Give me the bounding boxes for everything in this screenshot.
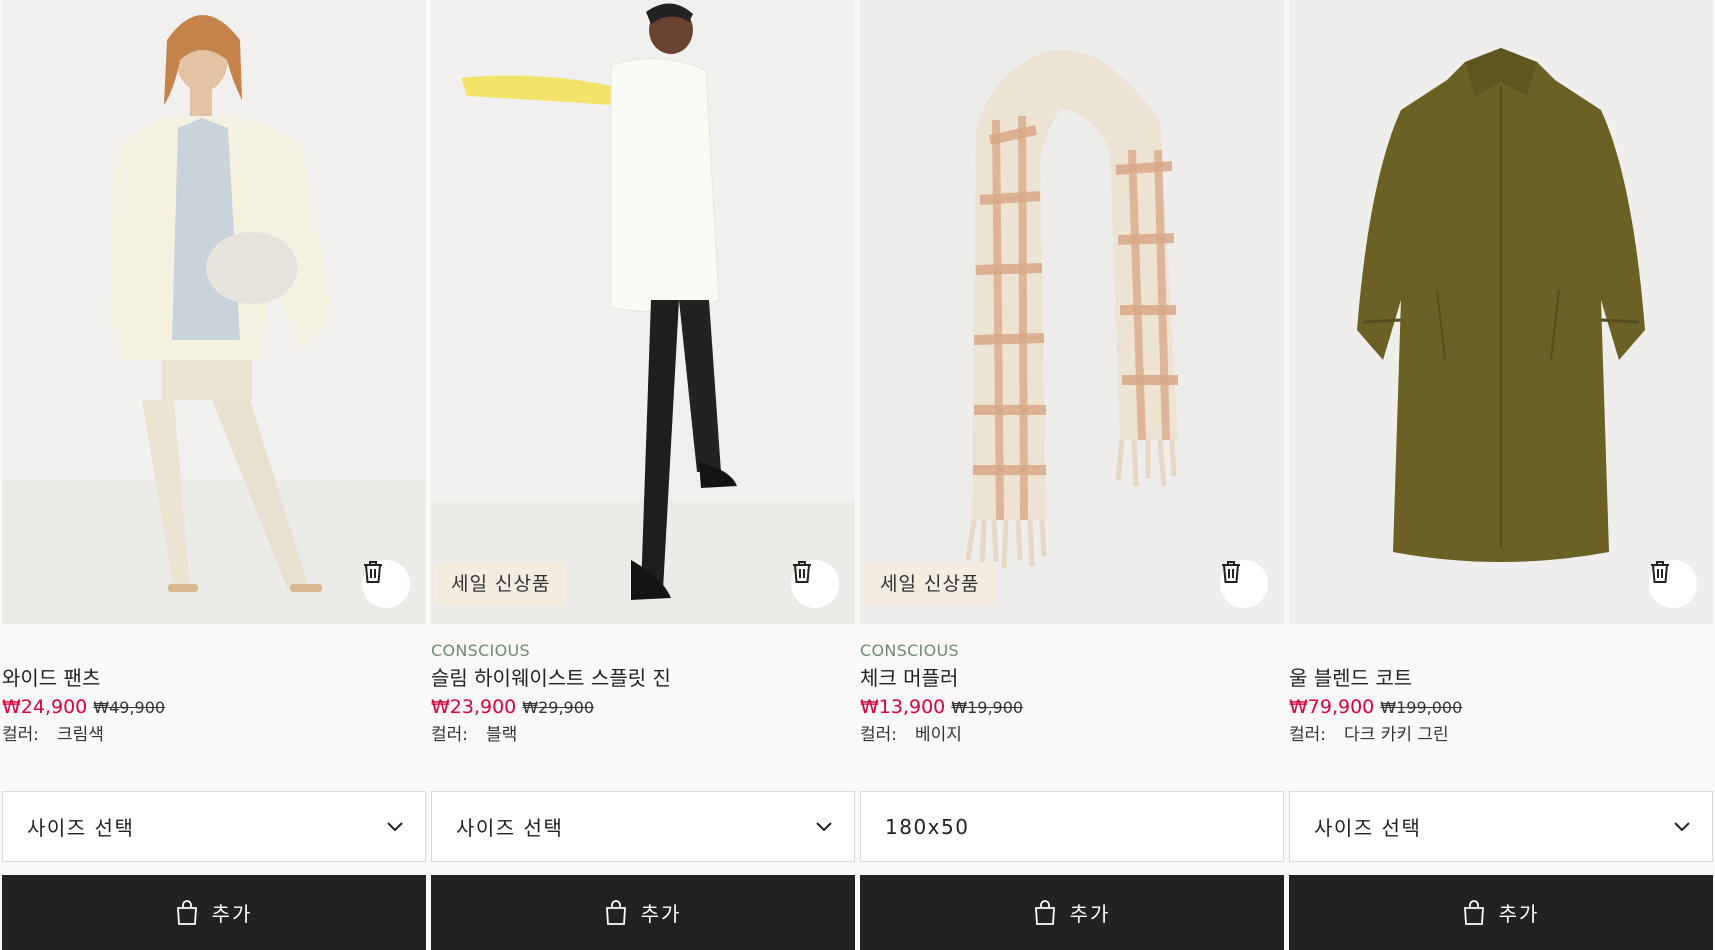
product-card: 와이드 팬츠 ₩24,900 ₩49,900 컬러: 크림색 사이즈 선택 추가 [2, 0, 426, 950]
sale-price: ₩23,900 [431, 696, 517, 718]
chevron-down-icon [814, 816, 834, 841]
product-color: 컬러: 베이지 [860, 722, 1284, 748]
size-select-value: 사이즈 선택 [456, 816, 564, 840]
product-tag: CONSCIOUS [431, 641, 530, 660]
color-label: 컬러: [431, 725, 469, 745]
size-select[interactable]: 사이즈 선택 [2, 791, 426, 862]
product-card: 세일 신상품 CONSCIOUS 슬림 하이웨이스트 스플릿 진 ₩23,900… [431, 0, 855, 950]
add-to-bag-button[interactable]: 추가 [431, 875, 855, 950]
product-color: 컬러: 다크 카키 그린 [1289, 722, 1713, 748]
add-to-bag-button[interactable]: 추가 [2, 875, 426, 950]
remove-from-favorites-button[interactable] [1220, 560, 1268, 608]
chevron-down-icon [1672, 816, 1692, 841]
color-value: 크림색 [57, 725, 104, 745]
original-price: ₩199,000 [1380, 698, 1463, 717]
product-info: 울 블렌드 코트 ₩79,900 ₩199,000 컬러: 다크 카키 그린 [1289, 640, 1713, 748]
color-value: 다크 카키 그린 [1344, 725, 1449, 745]
product-color: 컬러: 크림색 [2, 722, 426, 748]
product-color: 컬러: 블랙 [431, 722, 855, 748]
product-prices: ₩24,900 ₩49,900 [2, 694, 426, 720]
product-prices: ₩13,900 ₩19,900 [860, 694, 1284, 720]
original-price: ₩19,900 [951, 698, 1024, 717]
product-tag: CONSCIOUS [860, 641, 959, 660]
add-to-bag-button[interactable]: 추가 [860, 875, 1284, 950]
product-name[interactable]: 슬림 하이웨이스트 스플릿 진 [431, 664, 855, 692]
color-label: 컬러: [2, 725, 40, 745]
product-image[interactable] [1289, 0, 1713, 624]
chevron-down-icon [385, 816, 405, 841]
add-to-bag-label: 추가 [1498, 902, 1540, 926]
color-value: 베이지 [915, 725, 962, 745]
remove-from-favorites-button[interactable] [1649, 560, 1697, 608]
product-grid: 와이드 팬츠 ₩24,900 ₩49,900 컬러: 크림색 사이즈 선택 추가 [0, 0, 1715, 950]
size-select[interactable]: 180x50 [860, 791, 1284, 862]
add-to-bag-button[interactable]: 추가 [1289, 875, 1713, 950]
product-image[interactable]: 세일 신상품 [431, 0, 855, 624]
size-select[interactable]: 사이즈 선택 [1289, 791, 1713, 862]
product-image[interactable]: 세일 신상품 [860, 0, 1284, 624]
add-to-bag-label: 추가 [211, 902, 253, 926]
product-info: CONSCIOUS 체크 머플러 ₩13,900 ₩19,900 컬러: 베이지 [860, 640, 1284, 748]
sale-price: ₩79,900 [1289, 696, 1375, 718]
product-card: 세일 신상품 CONSCIOUS 체크 머플러 ₩13,900 ₩19,900 컬… [860, 0, 1284, 950]
sale-badge: 세일 신상품 [435, 562, 567, 606]
product-tag [2, 640, 426, 662]
product-info: 와이드 팬츠 ₩24,900 ₩49,900 컬러: 크림색 [2, 640, 426, 748]
product-card: 울 블렌드 코트 ₩79,900 ₩199,000 컬러: 다크 카키 그린 사이즈… [1289, 0, 1713, 950]
product-name[interactable]: 와이드 팬츠 [2, 664, 426, 692]
sale-price: ₩24,900 [2, 696, 88, 718]
product-prices: ₩79,900 ₩199,000 [1289, 694, 1713, 720]
product-prices: ₩23,900 ₩29,900 [431, 694, 855, 720]
color-label: 컬러: [860, 725, 898, 745]
size-select-value: 사이즈 선택 [1314, 816, 1422, 840]
shopping-bag-icon [1463, 899, 1485, 926]
product-name[interactable]: 체크 머플러 [860, 664, 1284, 692]
color-label: 컬러: [1289, 725, 1327, 745]
remove-from-favorites-button[interactable] [791, 560, 839, 608]
product-info: CONSCIOUS 슬림 하이웨이스트 스플릿 진 ₩23,900 ₩29,900… [431, 640, 855, 748]
sale-badge: 세일 신상품 [864, 562, 996, 606]
shopping-bag-icon [176, 899, 198, 926]
original-price: ₩49,900 [93, 698, 166, 717]
remove-from-favorites-button[interactable] [362, 560, 410, 608]
product-tag [1289, 640, 1713, 662]
shopping-bag-icon [605, 899, 627, 926]
add-to-bag-label: 추가 [640, 902, 682, 926]
shopping-bag-icon [1034, 899, 1056, 926]
product-image[interactable] [2, 0, 426, 624]
product-name[interactable]: 울 블렌드 코트 [1289, 664, 1713, 692]
add-to-bag-label: 추가 [1069, 902, 1111, 926]
size-select[interactable]: 사이즈 선택 [431, 791, 855, 862]
color-value: 블랙 [486, 725, 518, 745]
size-select-value: 사이즈 선택 [27, 816, 135, 840]
size-select-value: 180x50 [885, 814, 970, 839]
original-price: ₩29,900 [522, 698, 595, 717]
sale-price: ₩13,900 [860, 696, 946, 718]
